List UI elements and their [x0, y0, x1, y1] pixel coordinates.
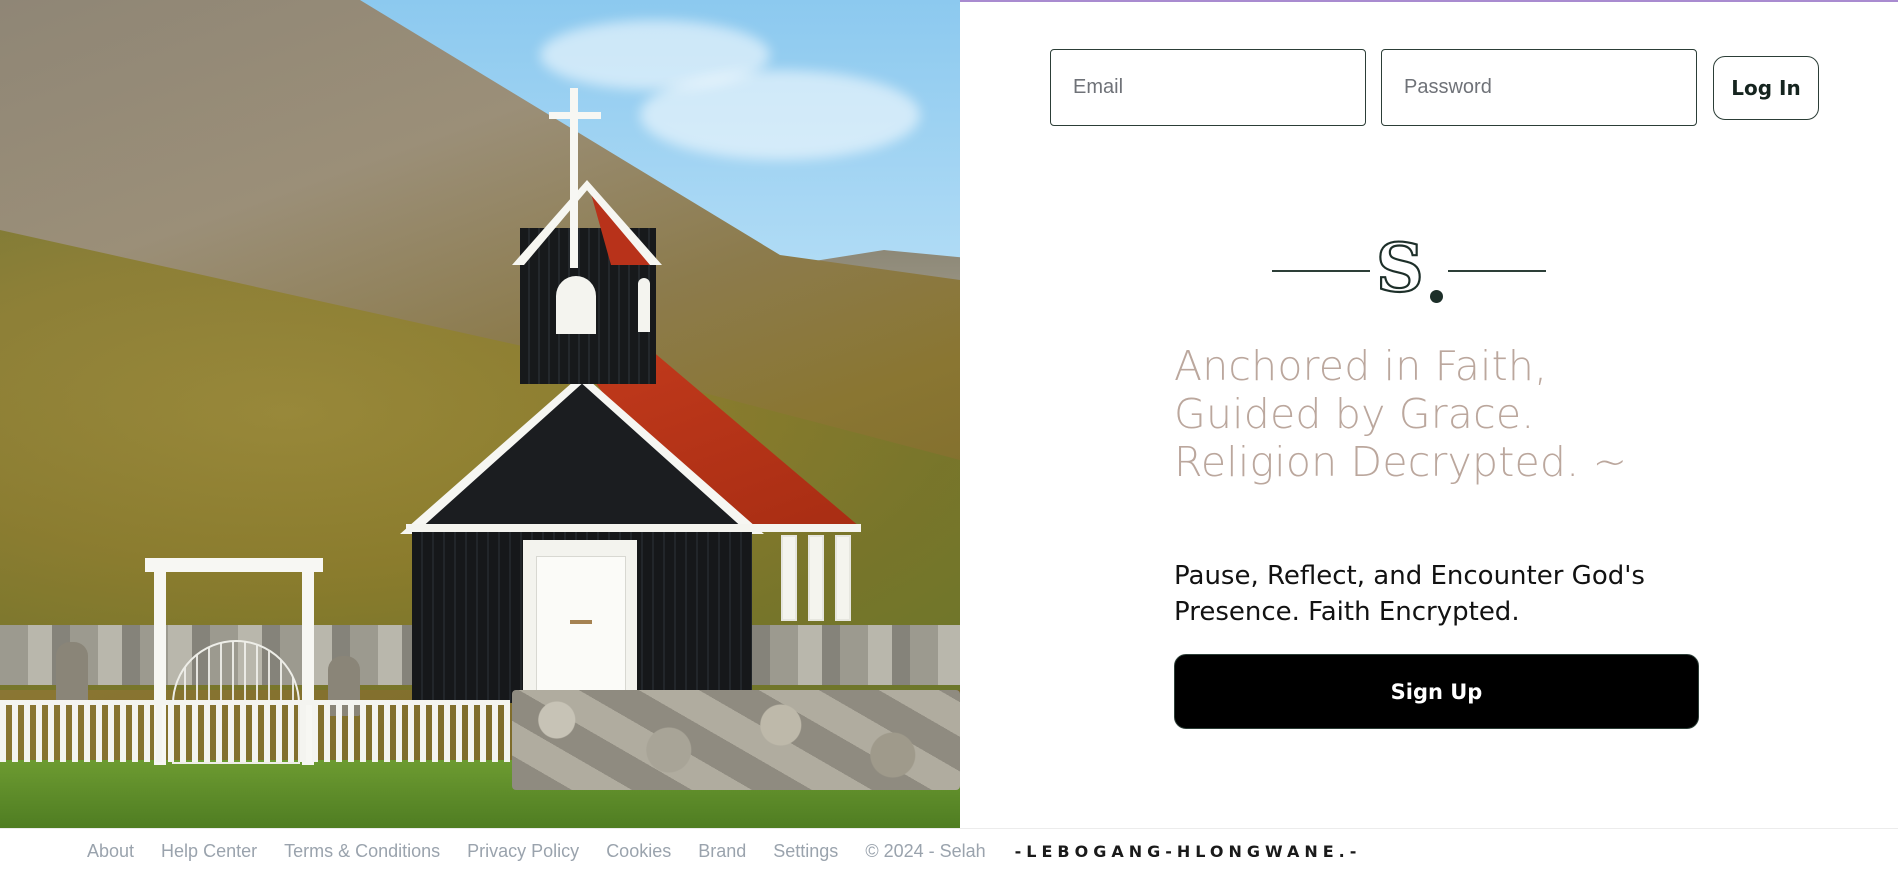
signup-button[interactable]: Sign Up: [1174, 654, 1699, 729]
brand-letter: S: [1375, 229, 1425, 307]
tagline: Anchored in Faith, Guided by Grace. Reli…: [1174, 342, 1628, 486]
church-window: [808, 535, 824, 621]
stone-foundation: [512, 690, 960, 790]
door-handle: [570, 620, 592, 624]
footer-links: About Help Center Terms & Conditions Pri…: [87, 841, 1361, 862]
church-window: [781, 535, 797, 621]
footer-signature: -LEBOGANG-HLONGWANE.-: [1014, 842, 1362, 861]
password-field[interactable]: [1381, 49, 1697, 126]
footer-link-privacy[interactable]: Privacy Policy: [467, 841, 579, 862]
login-form: Log In: [1050, 49, 1819, 126]
footer: About Help Center Terms & Conditions Pri…: [0, 828, 1898, 879]
cross-bar: [549, 112, 601, 119]
gravestone: [56, 642, 88, 702]
brand-dot: [1430, 290, 1443, 303]
footer-copyright: © 2024 - Selah: [865, 841, 986, 861]
tower-window: [638, 278, 650, 332]
subtext: Pause, Reflect, and Encounter God's Pres…: [1174, 561, 1645, 627]
footer-link-about[interactable]: About: [87, 841, 134, 862]
church-eave: [406, 524, 861, 532]
footer-link-brand[interactable]: Brand: [698, 841, 746, 862]
hero-image: [0, 0, 960, 828]
tower-window: [556, 276, 596, 334]
footer-link-help-center[interactable]: Help Center: [161, 841, 257, 862]
brand-logo: S: [1272, 231, 1546, 310]
email-field[interactable]: [1050, 49, 1366, 126]
church-window: [835, 535, 851, 621]
footer-link-cookies[interactable]: Cookies: [606, 841, 671, 862]
picket-fence: [0, 700, 510, 762]
brand-line-left: [1272, 270, 1370, 272]
footer-link-terms[interactable]: Terms & Conditions: [284, 841, 440, 862]
brand-line-right: [1448, 270, 1546, 272]
login-button[interactable]: Log In: [1713, 55, 1819, 120]
footer-link-settings[interactable]: Settings: [773, 841, 838, 862]
cloud: [640, 70, 920, 160]
gate-arch: [145, 558, 323, 572]
church-door: [536, 556, 626, 692]
